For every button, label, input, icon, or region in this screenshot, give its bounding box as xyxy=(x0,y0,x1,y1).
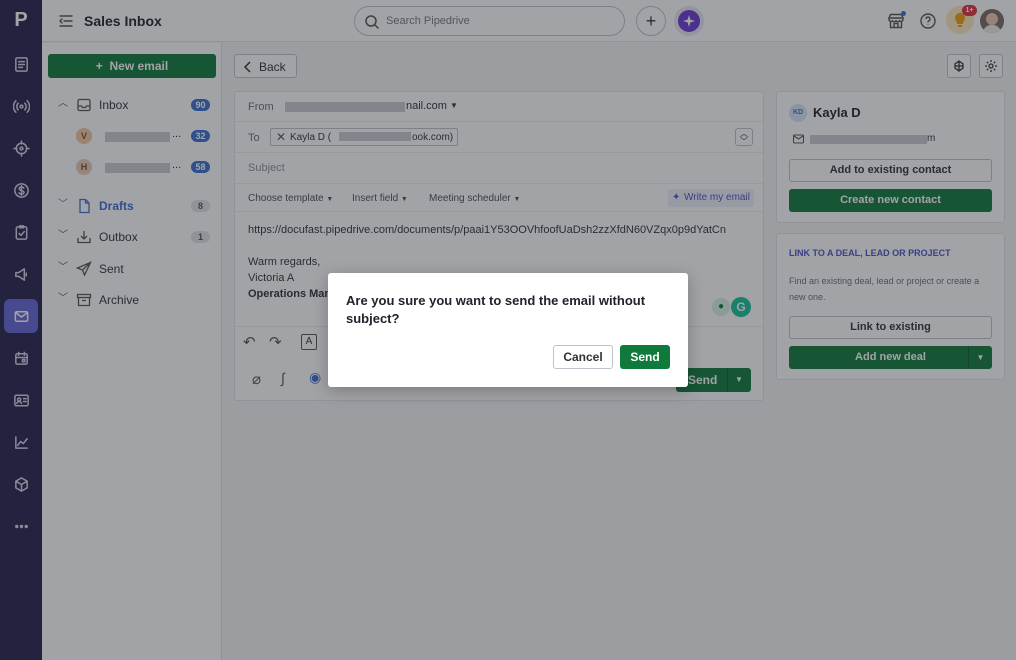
cancel-button[interactable]: Cancel xyxy=(553,345,613,369)
dialog-message: Are you sure you want to send the email … xyxy=(346,293,646,326)
confirm-send-button[interactable]: Send xyxy=(620,345,670,369)
confirm-send-dialog: Are you sure you want to send the email … xyxy=(328,273,688,387)
